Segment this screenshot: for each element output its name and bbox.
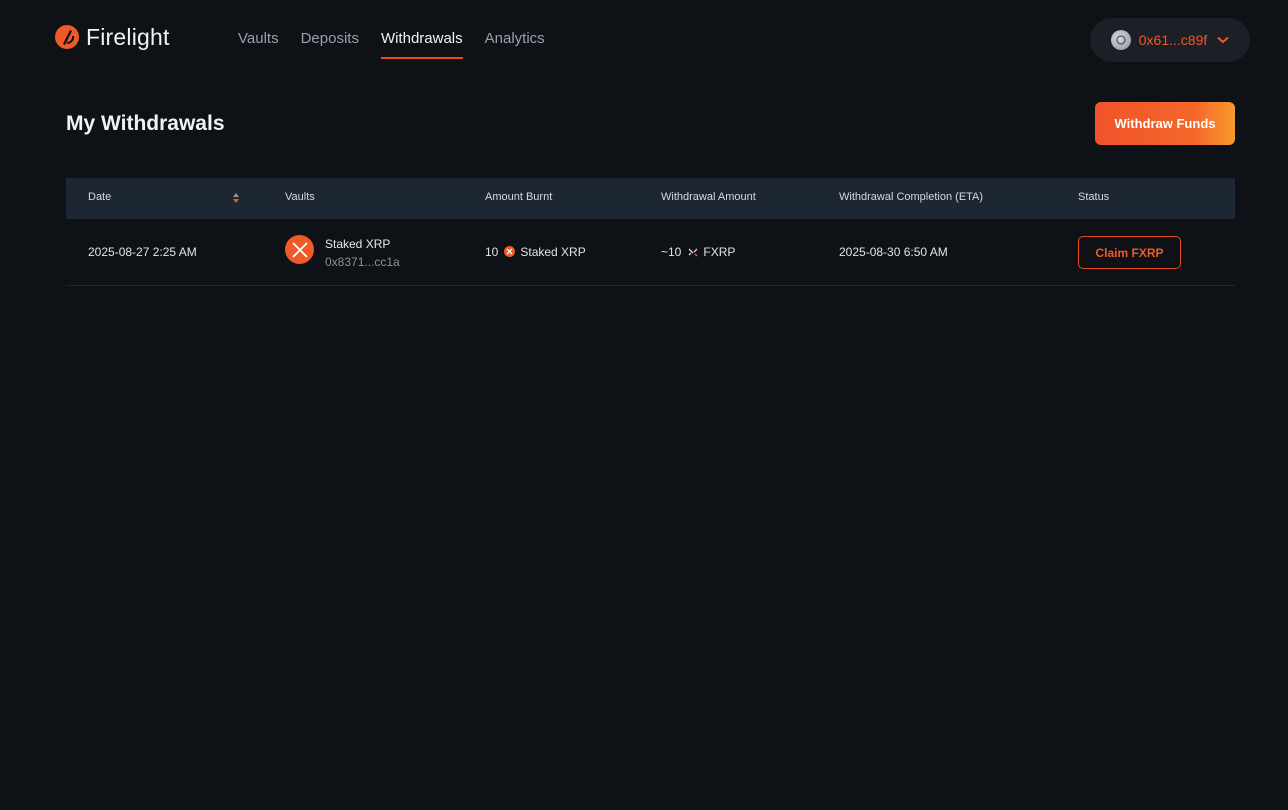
flame-logo-icon — [55, 25, 79, 49]
column-header-date[interactable]: Date — [88, 191, 111, 203]
column-header-status: Status — [1078, 191, 1110, 203]
table-header: Date Vaults Amount Burnt Withdrawal Amou… — [66, 178, 1235, 219]
column-header-withdrawal-amount: Withdrawal Amount — [661, 191, 756, 203]
column-header-eta: Withdrawal Completion (ETA) — [839, 191, 984, 203]
vault-name[interactable]: Staked XRP — [325, 237, 390, 251]
wallet-address: 0x61...c89f — [1138, 32, 1208, 48]
column-header-amount-burnt: Amount Burnt — [485, 191, 553, 203]
withdrawal-amount: ~10 FXRP — [661, 245, 735, 259]
nav-withdrawals[interactable]: Withdrawals — [380, 30, 463, 59]
nav-vaults[interactable]: Vaults — [238, 30, 279, 59]
nav-deposits[interactable]: Deposits — [301, 30, 359, 59]
xrp-vault-icon — [285, 235, 314, 264]
page-title: My Withdrawals — [66, 112, 225, 135]
withdraw-funds-button[interactable]: Withdraw Funds — [1095, 102, 1235, 145]
wallet-button[interactable]: 0x61...c89f — [1090, 18, 1250, 62]
main-nav: Vaults Deposits Withdrawals Analytics — [238, 30, 567, 59]
withdrawal-amount-value: ~10 — [661, 245, 682, 259]
fxrp-token-icon — [688, 248, 698, 257]
firelight-logo[interactable]: Firelight — [54, 22, 170, 52]
withdrawal-amount-token: FXRP — [703, 245, 736, 259]
chevron-down-icon — [1217, 36, 1229, 44]
row-eta: 2025-08-30 6:50 AM — [839, 245, 948, 259]
staked-xrp-token-icon — [504, 246, 516, 257]
logo-text: Firelight — [86, 23, 170, 50]
top-header: Firelight Vaults Deposits Withdrawals An… — [0, 0, 1288, 80]
vault-address: 0x8371...cc1a — [325, 255, 400, 269]
nav-analytics[interactable]: Analytics — [485, 30, 545, 59]
amount-burnt: 10 Staked XRP — [485, 245, 586, 259]
sort-icon[interactable] — [232, 192, 240, 204]
claim-fxrp-button[interactable]: Claim FXRP — [1078, 236, 1181, 269]
amount-burnt-value: 10 — [485, 245, 499, 259]
wallet-avatar-icon — [1110, 30, 1131, 50]
table-row: 2025-08-27 2:25 AM Staked XRP 0x8371...c… — [66, 219, 1235, 286]
column-header-vaults: Vaults — [285, 191, 315, 203]
withdrawals-table: Date Vaults Amount Burnt Withdrawal Amou… — [66, 178, 1235, 286]
row-date: 2025-08-27 2:25 AM — [88, 245, 197, 259]
amount-burnt-token: Staked XRP — [520, 245, 586, 259]
